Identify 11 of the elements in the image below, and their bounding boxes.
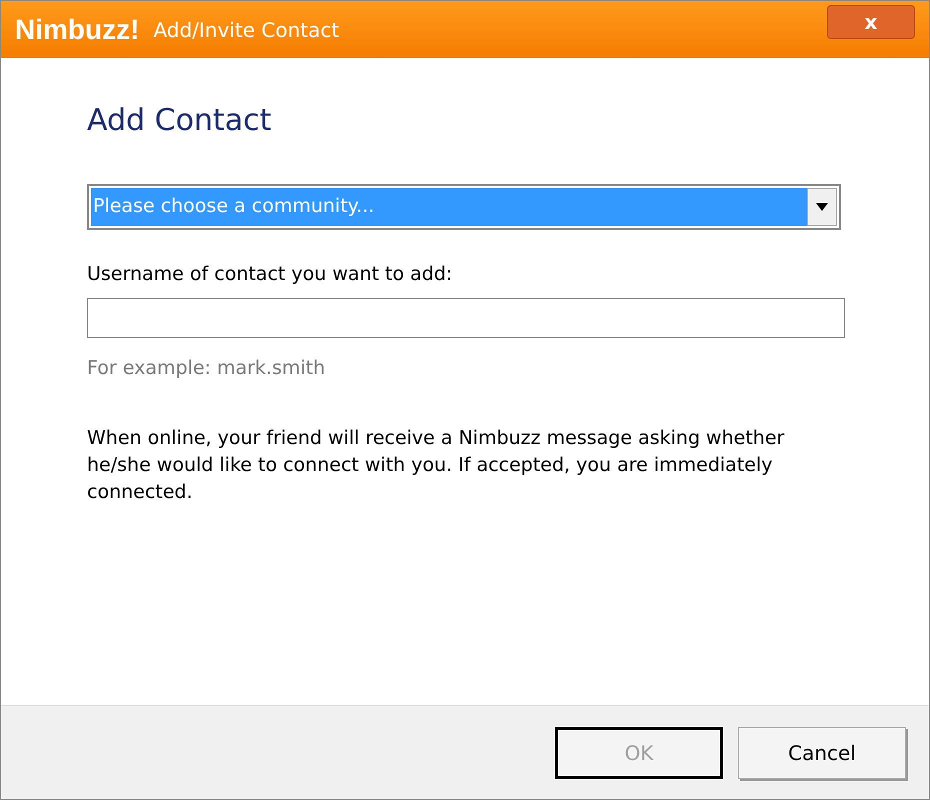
- example-hint: For example: mark.smith: [87, 356, 326, 381]
- username-label: Username of contact you want to add:: [87, 262, 454, 286]
- window-title: Add/Invite Contact: [153, 16, 340, 44]
- description-text: When online, your friend will receive a Nimbuzz message asking whether he/she would like to connect with you. If accepted, you are immediately connected.: [87, 426, 786, 504]
- close-button[interactable]: x: [827, 5, 915, 39]
- username-field[interactable]: [87, 298, 845, 338]
- community-dropdown[interactable]: Please choose a community...: [87, 184, 841, 230]
- app-logo: Nimbuzz!: [15, 12, 140, 46]
- dropdown-value: Please choose a community...: [91, 188, 807, 226]
- dialog-heading: Add Contact: [87, 102, 272, 140]
- dialog-button[interactable]: Cancel: [738, 726, 906, 778]
